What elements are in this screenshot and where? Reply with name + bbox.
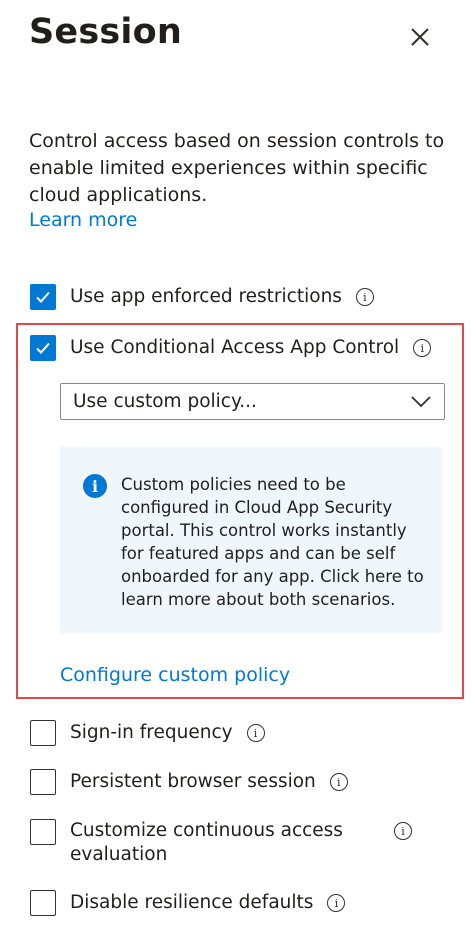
info-message-text: Custom policies need to be configured in… — [121, 475, 424, 609]
policy-dropdown[interactable]: Use custom policy... — [60, 383, 445, 420]
resilience-defaults-label: Disable resilience defaults — [70, 892, 314, 913]
signin-frequency-checkbox[interactable] — [30, 720, 56, 746]
policy-dropdown-value: Use custom policy... — [73, 391, 257, 412]
conditional-access-checkbox[interactable] — [30, 335, 56, 361]
resilience-defaults-checkbox[interactable] — [30, 890, 56, 916]
signin-frequency-label: Sign-in frequency — [70, 722, 233, 743]
app-enforced-restrictions-row: Use app enforced restrictions i — [30, 284, 374, 310]
info-icon[interactable]: i — [394, 822, 412, 840]
persistent-browser-label: Persistent browser session — [70, 771, 316, 792]
info-icon[interactable]: i — [327, 894, 346, 912]
persistent-browser-row: Persistent browser session i — [30, 769, 348, 795]
resilience-defaults-row: Disable resilience defaults i — [30, 890, 346, 916]
info-icon[interactable]: i — [413, 339, 432, 357]
info-icon[interactable]: i — [355, 288, 374, 306]
checkmark-icon — [36, 291, 50, 303]
close-icon[interactable] — [407, 24, 433, 50]
configure-custom-policy-link[interactable]: Configure custom policy — [60, 664, 290, 686]
app-enforced-restrictions-label: Use app enforced restrictions — [70, 286, 342, 307]
continuous-access-row: Customize continuous access evaluation i — [30, 819, 412, 867]
learn-more-link[interactable]: Learn more — [29, 209, 137, 231]
info-icon: i — [83, 474, 107, 498]
continuous-access-label: Customize continuous access evaluation — [70, 819, 390, 867]
panel-description: Control access based on session controls… — [29, 130, 445, 206]
continuous-access-label-line2: evaluation — [70, 844, 168, 865]
info-message-box: i Custom policies need to be configured … — [60, 447, 443, 633]
conditional-access-label: Use Conditional Access App Control — [70, 337, 400, 358]
continuous-access-checkbox[interactable] — [30, 819, 56, 845]
persistent-browser-checkbox[interactable] — [30, 769, 56, 795]
continuous-access-label-line1: Customize continuous access — [70, 820, 343, 841]
checkmark-icon — [36, 342, 50, 354]
conditional-access-row: Use Conditional Access App Control i — [30, 335, 432, 361]
chevron-down-icon — [411, 396, 431, 408]
info-icon[interactable]: i — [246, 724, 265, 742]
info-icon[interactable]: i — [329, 773, 348, 791]
panel-title: Session — [29, 12, 182, 52]
signin-frequency-row: Sign-in frequency i — [30, 720, 265, 746]
app-enforced-restrictions-checkbox[interactable] — [30, 284, 56, 310]
